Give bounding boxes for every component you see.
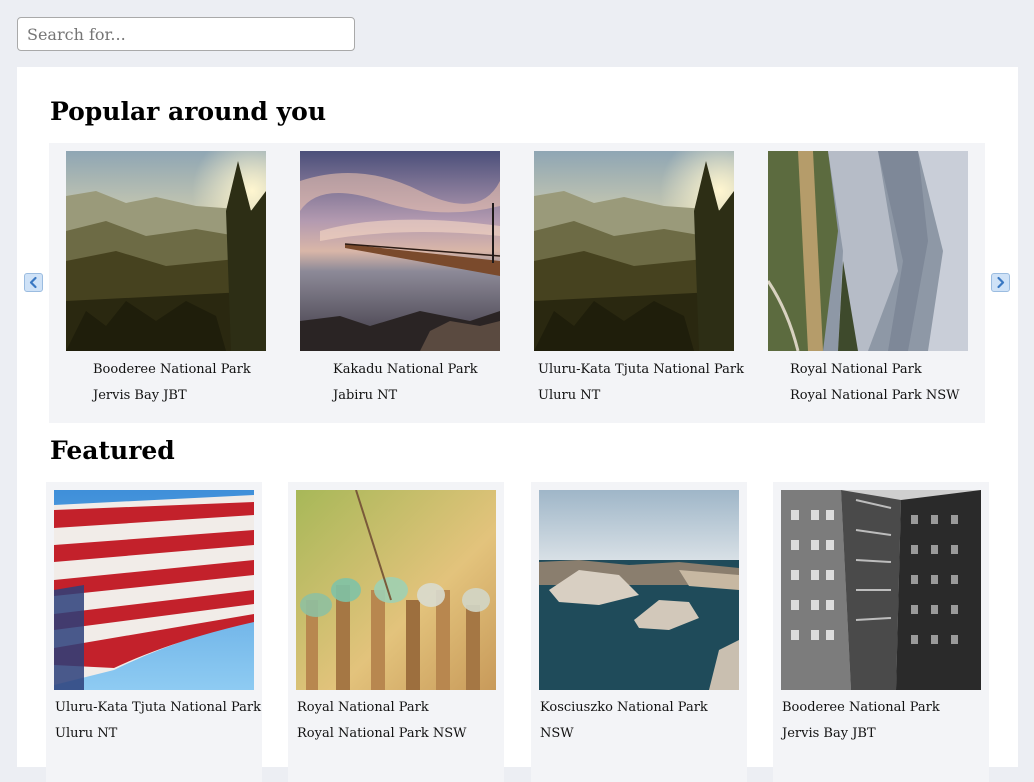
- featured-card[interactable]: Kosciuszko National Park NSW: [531, 482, 747, 782]
- park-location: Jervis Bay JBT: [782, 726, 876, 741]
- park-photo[interactable]: [534, 151, 734, 351]
- park-photo[interactable]: [768, 151, 968, 351]
- chevron-right-icon: [997, 276, 1005, 289]
- popular-card[interactable]: Kakadu National Park Jabiru NT: [300, 151, 500, 411]
- park-name: Royal National Park: [790, 362, 922, 377]
- featured-card[interactable]: Uluru-Kata Tjuta National Park Uluru NT: [46, 482, 262, 782]
- popular-card[interactable]: Uluru-Kata Tjuta National Park Uluru NT: [534, 151, 744, 411]
- park-name: Booderee National Park: [782, 700, 940, 715]
- park-name: Royal National Park: [297, 700, 429, 715]
- park-photo[interactable]: [781, 490, 981, 690]
- park-location: Uluru NT: [538, 388, 601, 403]
- park-location: Jabiru NT: [333, 388, 398, 403]
- park-name: Kosciuszko National Park: [540, 700, 708, 715]
- popular-carousel: Booderee National Park Jervis Bay JBT Ka…: [49, 143, 985, 423]
- popular-card[interactable]: Booderee National Park Jervis Bay JBT: [66, 151, 266, 411]
- park-location: Uluru NT: [55, 726, 118, 741]
- popular-card[interactable]: Royal National Park Royal National Park …: [768, 151, 968, 411]
- park-location: Royal National Park NSW: [297, 726, 467, 741]
- chevron-left-icon: [29, 276, 37, 289]
- search-input[interactable]: [17, 17, 355, 51]
- park-photo[interactable]: [54, 490, 254, 690]
- park-location: Royal National Park NSW: [790, 388, 960, 403]
- park-name: Booderee National Park: [93, 362, 251, 377]
- popular-section-title: Popular around you: [50, 97, 326, 126]
- park-location: NSW: [540, 726, 574, 741]
- park-photo[interactable]: [66, 151, 266, 351]
- main-panel: Popular around you Booderee National Par…: [17, 67, 1018, 782]
- featured-card[interactable]: Royal National Park Royal National Park …: [288, 482, 504, 782]
- park-photo[interactable]: [300, 151, 500, 351]
- park-name: Kakadu National Park: [333, 362, 478, 377]
- featured-section-title: Featured: [50, 436, 175, 465]
- featured-card[interactable]: Booderee National Park Jervis Bay JBT: [773, 482, 989, 782]
- park-name: Uluru-Kata Tjuta National Park: [538, 362, 744, 377]
- carousel-next-button[interactable]: [991, 273, 1010, 292]
- park-name: Uluru-Kata Tjuta National Park: [55, 700, 261, 715]
- carousel-prev-button[interactable]: [24, 273, 43, 292]
- park-photo[interactable]: [296, 490, 496, 690]
- park-photo[interactable]: [539, 490, 739, 690]
- park-location: Jervis Bay JBT: [93, 388, 187, 403]
